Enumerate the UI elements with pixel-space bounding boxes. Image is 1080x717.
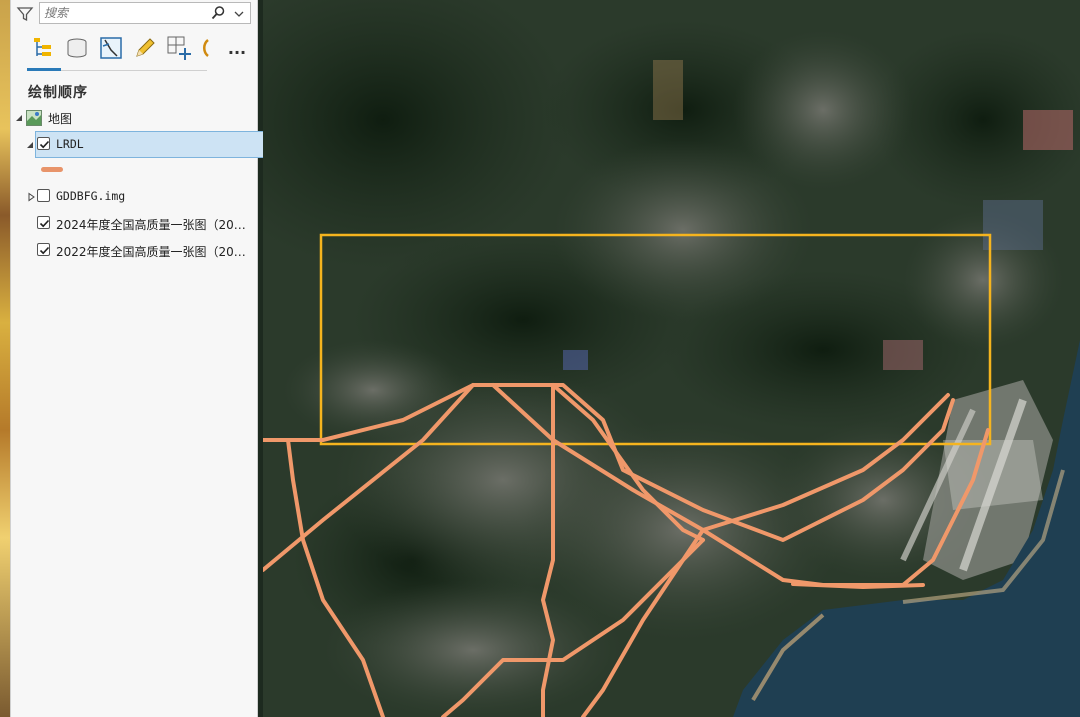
list-by-editing-icon[interactable] bbox=[131, 34, 159, 62]
active-view-indicator bbox=[27, 68, 61, 71]
layer-label: 2022年度全国高质量一张图（20… bbox=[56, 245, 246, 259]
chevron-down-icon[interactable] bbox=[232, 6, 246, 20]
tree-row-gddbfg[interactable]: GDDBFG.img bbox=[11, 185, 258, 209]
layer-visibility-checkbox[interactable] bbox=[37, 243, 50, 256]
search-icon[interactable] bbox=[210, 5, 226, 21]
list-by-labeling-icon[interactable] bbox=[199, 34, 213, 62]
contents-toolbar: ... bbox=[27, 34, 249, 68]
map-label: 地图 bbox=[48, 112, 73, 126]
filter-icon[interactable] bbox=[15, 4, 35, 24]
layer-visibility-checkbox[interactable] bbox=[37, 137, 50, 150]
list-by-selection-icon[interactable] bbox=[97, 34, 125, 62]
satellite-imagery bbox=[263, 0, 1080, 717]
layer-label: 2024年度全国高质量一张图（20… bbox=[56, 218, 246, 232]
map-icon bbox=[26, 110, 42, 126]
search-box[interactable] bbox=[39, 2, 251, 24]
layer-label: GDDBFG.img bbox=[56, 189, 126, 203]
expanded-triangle-icon[interactable] bbox=[25, 139, 35, 149]
more-icon[interactable]: ... bbox=[223, 34, 251, 62]
search-input[interactable] bbox=[44, 4, 204, 22]
tree-row-2024-basemap[interactable]: 2024年度全国高质量一张图（20… bbox=[11, 212, 258, 236]
tree-row-lrdl[interactable]: LRDL bbox=[11, 133, 258, 157]
contents-pane: ... 绘制顺序 地图 LRDL GDDBFG.img bbox=[10, 0, 265, 717]
line-symbol-swatch[interactable] bbox=[41, 167, 63, 172]
drawing-order-heading: 绘制顺序 bbox=[28, 85, 88, 101]
adjacent-window-edge bbox=[0, 0, 10, 717]
list-by-drawing-order-icon[interactable] bbox=[29, 34, 57, 62]
layer-visibility-checkbox[interactable] bbox=[37, 189, 50, 202]
map-view[interactable] bbox=[263, 0, 1080, 717]
expanded-triangle-icon[interactable] bbox=[14, 112, 24, 122]
list-by-snapping-icon[interactable] bbox=[165, 34, 193, 62]
tree-row-map[interactable]: 地图 bbox=[11, 106, 258, 130]
tree-row-2022-basemap[interactable]: 2022年度全国高质量一张图（20… bbox=[11, 239, 258, 263]
list-by-data-source-icon[interactable] bbox=[63, 34, 91, 62]
collapsed-triangle-icon[interactable] bbox=[26, 191, 36, 202]
layer-label: LRDL bbox=[56, 137, 84, 151]
layer-visibility-checkbox[interactable] bbox=[37, 216, 50, 229]
